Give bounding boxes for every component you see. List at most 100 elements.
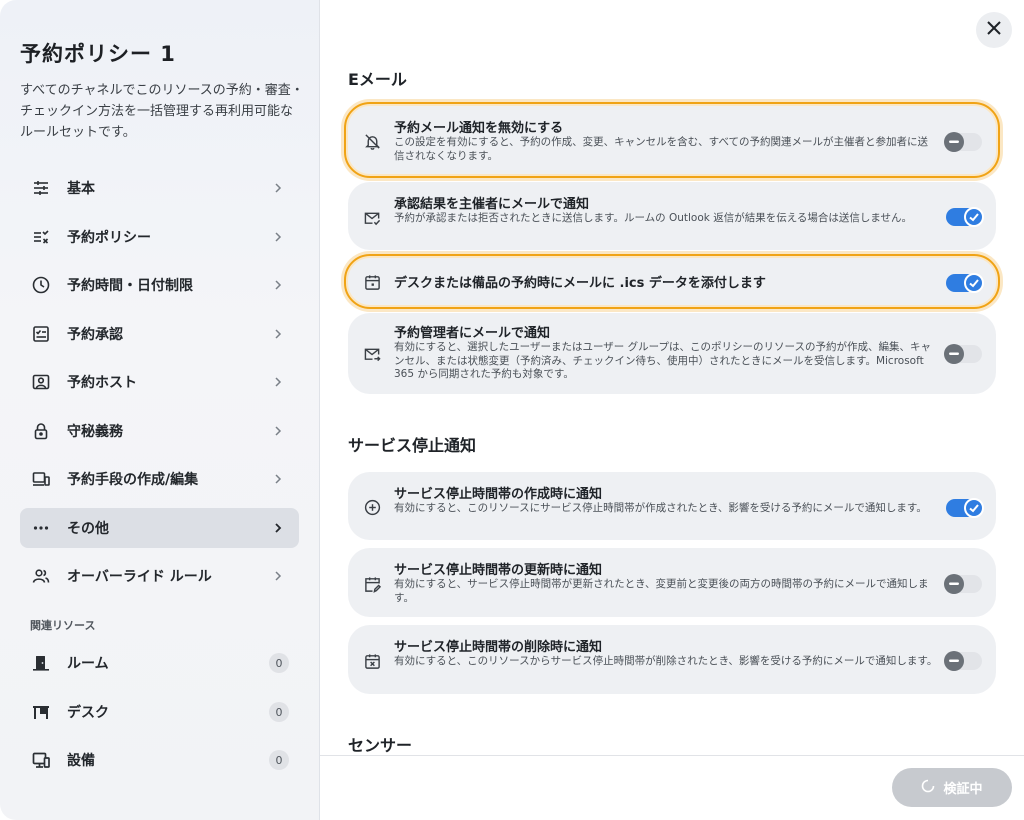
spinner-icon [921,779,935,797]
page-title: 予約ポリシー 1 [20,42,176,66]
clock-icon [31,275,51,295]
resource-count-badge: 0 [269,653,289,673]
toggle-switch[interactable] [946,273,984,293]
toggle-off-icon [944,574,964,594]
chevron-right-icon [271,278,285,292]
plus-circle-icon [362,497,382,517]
setting-title: サービス停止時間帯の削除時に通知 [394,640,603,655]
sidebar-item-label: オーバーライド ルール [67,569,212,585]
setting-disable-booking-emails: 予約メール通知を無効にする この設定を有効にすると、予約の作成、変更、キャンセル… [344,102,1000,178]
setting-outage-updated: サービス停止時間帯の更新時に通知 有効にすると、サービス停止時間帯が更新されたと… [348,548,996,617]
setting-description: 有効にすると、このリソースからサービス停止時間帯が削除されたとき、影響を受ける予… [394,655,938,667]
toggle-switch[interactable] [946,207,984,227]
sidebar-item-label: 予約ポリシー [67,230,151,246]
sidebar-item-confidentiality[interactable]: 守秘義務 [20,411,299,451]
chevron-right-icon [271,375,285,389]
setting-title: デスクまたは備品の予約時にメールに .ics データを添付します [394,276,766,291]
chevron-right-icon [271,569,285,583]
list-check-icon [31,227,51,247]
sidebar-item-host[interactable]: 予約ホスト [20,362,299,402]
mail-forward-icon [362,344,382,364]
setting-title: サービス停止時間帯の作成時に通知 [394,487,603,502]
page-description: すべてのチャネルでこのリソースの予約・審査・チェックイン方法を一括管理する再利用… [20,83,304,140]
resource-count-badge: 0 [269,750,289,770]
setting-outage-deleted: サービス停止時間帯の削除時に通知 有効にすると、このリソースからサービス停止時間… [348,625,996,694]
resource-item-desk[interactable]: デスク 0 [20,692,299,732]
resource-label: 設備 [67,753,95,769]
email-section-heading: Eメール [348,70,407,89]
sidebar-item-label: その他 [67,521,109,537]
sidebar-item-label: 予約ホスト [67,375,137,391]
check-icon [964,273,984,293]
chevron-right-icon [271,181,285,195]
close-icon [986,20,1002,40]
sidebar-item-label: 予約時間・日付制限 [67,278,193,294]
sidebar-item-basic[interactable]: 基本 [20,168,299,208]
setting-description: 有効にすると、サービス停止時間帯が更新されたとき、変更前と変更後の両方の時間帯の… [394,578,929,604]
room-icon [31,653,51,673]
setting-description: この設定を有効にすると、予約の作成、変更、キャンセルを含む、すべての予約関連メー… [394,136,929,162]
desk-icon [31,702,51,722]
devices-icon [31,469,51,489]
sidebar-item-label: 予約承認 [67,327,123,343]
sliders-icon [31,178,51,198]
sensor-section-heading: センサー [348,736,413,755]
toggle-switch[interactable] [944,574,982,594]
setting-title: 予約管理者にメールで通知 [394,326,551,341]
chevron-right-icon [271,472,285,486]
calendar-x-icon [362,651,382,671]
setting-notify-booking-admins: 予約管理者にメールで通知 有効にすると、選択したユーザーまたはユーザー グループ… [348,313,996,394]
setting-title: 承認結果を主催者にメールで通知 [394,197,590,212]
resource-item-equipment[interactable]: 設備 0 [20,740,299,780]
sidebar-item-label: 予約手段の作成/編集 [67,472,199,488]
sidebar-item-other[interactable]: その他 [20,508,299,548]
calendar-edit-icon [362,574,382,594]
chevron-right-icon [271,327,285,341]
chevron-right-icon [271,521,285,535]
calendar-icon [362,272,382,292]
toggle-switch[interactable] [944,651,982,671]
outage-section-heading: サービス停止通知 [348,436,477,455]
bell-off-icon [362,131,382,151]
close-button[interactable] [976,12,1012,48]
resource-label: ルーム [67,656,109,672]
sidebar: 予約ポリシー 1 すべてのチャネルでこのリソースの予約・審査・チェックイン方法を… [0,0,320,820]
verify-button[interactable]: 検証中 [892,768,1012,807]
setting-title: 予約メール通知を無効にする [394,121,564,136]
sidebar-item-booking-methods[interactable]: 予約手段の作成/編集 [20,459,299,499]
approval-icon [31,324,51,344]
chevron-right-icon [271,424,285,438]
toggle-switch[interactable] [946,498,984,518]
sidebar-item-time-limits[interactable]: 予約時間・日付制限 [20,265,299,305]
host-icon [31,372,51,392]
toggle-switch[interactable] [944,344,982,364]
more-icon [31,518,51,538]
verify-label: 検証中 [943,782,983,797]
resource-label: デスク [67,705,109,721]
toggle-off-icon [944,344,964,364]
setting-attach-ics: デスクまたは備品の予約時にメールに .ics データを添付します [344,254,1000,309]
chevron-right-icon [271,230,285,244]
setting-title: サービス停止時間帯の更新時に通知 [394,563,603,578]
resource-item-room[interactable]: ルーム 0 [20,643,299,683]
setting-outage-created: サービス停止時間帯の作成時に通知 有効にすると、このリソースにサービス停止時間帯… [348,472,996,540]
check-icon [964,498,984,518]
mail-check-icon [362,208,382,228]
sidebar-item-approval[interactable]: 予約承認 [20,314,299,354]
sidebar-item-override-rules[interactable]: オーバーライド ルール [20,556,299,596]
toggle-switch[interactable] [944,132,982,152]
sidebar-item-label: 守秘義務 [67,424,123,440]
setting-description: 予約が承認または拒否されたときに送信します。ルームの Outlook 返信が結果… [394,212,913,224]
resource-count-badge: 0 [269,702,289,722]
toggle-off-icon [944,651,964,671]
sidebar-item-label: 基本 [67,181,95,197]
setting-description: 有効にすると、選択したユーザーまたはユーザー グループは、このポリシーのリソース… [394,341,931,380]
related-resources-heading: 関連リソース [30,619,96,632]
lock-icon [31,421,51,441]
sidebar-item-booking-policy[interactable]: 予約ポリシー [20,217,299,257]
toggle-off-icon [944,132,964,152]
equipment-icon [31,750,51,770]
check-icon [964,207,984,227]
people-icon [31,566,51,586]
setting-approval-result-email: 承認結果を主催者にメールで通知 予約が承認または拒否されたときに送信します。ルー… [348,182,996,250]
